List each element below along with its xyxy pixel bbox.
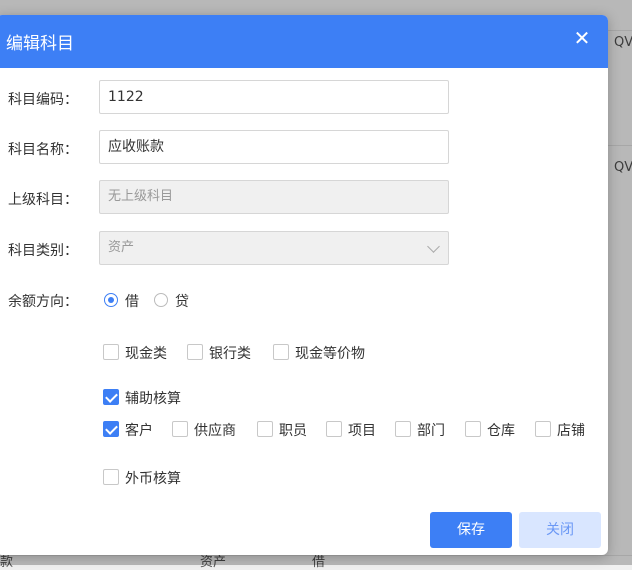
foreign-currency-label: 外币核算	[125, 471, 181, 487]
name-field[interactable]: 应收账款	[99, 130, 449, 164]
bank-label: 银行类	[209, 346, 251, 362]
code-field[interactable]: 1122	[99, 80, 449, 114]
cash-label: 现金类	[125, 346, 167, 362]
foreign-currency-checkbox[interactable]	[103, 469, 119, 485]
chevron-down-icon	[427, 240, 440, 253]
parent-label: 上级科目：	[8, 192, 78, 208]
code-label: 科目编码：	[8, 92, 78, 108]
cash-equivalent-checkbox[interactable]	[273, 344, 289, 360]
direction-label: 余额方向：	[8, 294, 78, 310]
department-checkbox[interactable]	[395, 421, 411, 437]
type-value: 资产	[108, 240, 135, 255]
type-select: 资产	[99, 231, 449, 265]
warehouse-label: 仓库	[487, 423, 515, 439]
bank-checkbox[interactable]	[187, 344, 203, 360]
store-label: 店铺	[557, 423, 585, 439]
supplier-checkbox[interactable]	[172, 421, 188, 437]
employee-label: 职员	[279, 423, 307, 439]
edit-account-dialog: 编辑科目 ✕ 科目编码： 1122 科目名称： 应收账款 上级科目： 无上级科目…	[0, 15, 608, 555]
warehouse-checkbox[interactable]	[465, 421, 481, 437]
project-label: 项目	[348, 423, 376, 439]
name-value: 应收账款	[108, 139, 164, 155]
parent-value: 无上级科目	[108, 189, 174, 204]
code-value: 1122	[108, 89, 144, 105]
customer-checkbox[interactable]	[103, 421, 119, 437]
credit-radio[interactable]	[154, 293, 168, 307]
employee-checkbox[interactable]	[257, 421, 273, 437]
dialog-header: 编辑科目 ✕	[0, 15, 608, 68]
dialog-title: 编辑科目	[6, 34, 74, 54]
type-label: 科目类别：	[8, 243, 78, 259]
store-checkbox[interactable]	[535, 421, 551, 437]
save-button[interactable]: 保存	[430, 512, 512, 548]
credit-label: 贷	[175, 294, 189, 310]
department-label: 部门	[417, 423, 445, 439]
cash-equivalent-label: 现金等价物	[295, 346, 365, 362]
name-label: 科目名称：	[8, 142, 78, 158]
debit-radio[interactable]	[104, 293, 118, 307]
project-checkbox[interactable]	[326, 421, 342, 437]
debit-label: 借	[125, 294, 139, 310]
customer-label: 客户	[125, 423, 153, 439]
close-icon[interactable]: ✕	[570, 26, 594, 50]
aux-accounting-checkbox[interactable]	[103, 389, 119, 405]
close-button[interactable]: 关闭	[519, 512, 601, 548]
parent-field: 无上级科目	[99, 180, 449, 214]
supplier-label: 供应商	[194, 423, 236, 439]
aux-accounting-label: 辅助核算	[125, 391, 181, 407]
cash-checkbox[interactable]	[103, 344, 119, 360]
